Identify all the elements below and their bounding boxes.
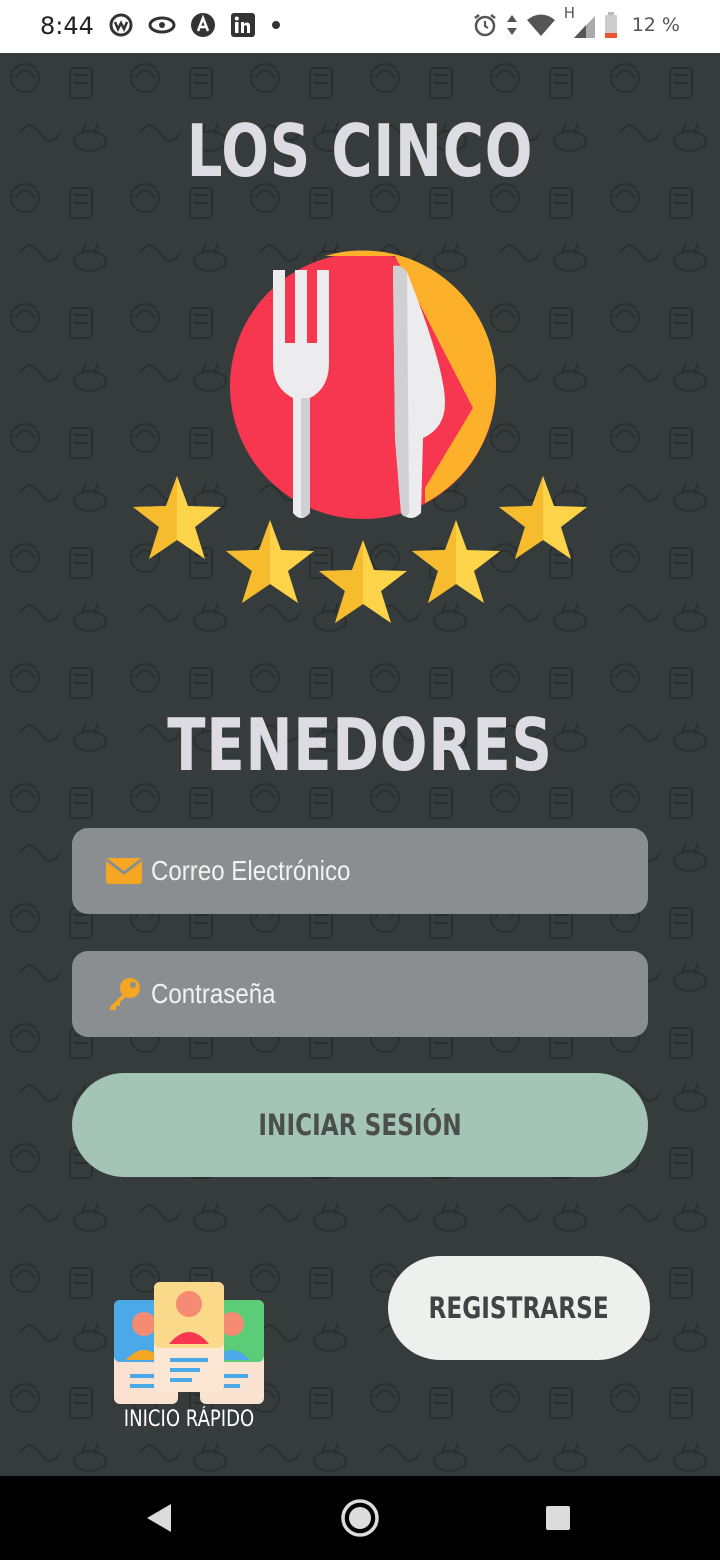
quick-login-label: INICIO RÁPIDO: [123, 1407, 255, 1432]
status-time: 8:44: [40, 12, 94, 40]
register-button-label: REGISTRARSE: [428, 1291, 610, 1325]
wifi-icon: [526, 14, 555, 36]
battery-icon: [604, 12, 617, 38]
battery-percent: 12 %: [631, 14, 680, 36]
signal-icon: [573, 16, 595, 38]
register-button[interactable]: REGISTRARSE: [388, 1256, 650, 1360]
forks-stars-logo-icon: [133, 250, 587, 623]
cellular-group: H: [564, 4, 596, 38]
login-button-label: INICIAR SESIÓN: [258, 1108, 462, 1142]
home-icon[interactable]: [339, 1497, 381, 1539]
back-icon[interactable]: [146, 1503, 172, 1533]
app-title-bottom: TENEDORES: [167, 703, 553, 787]
angular-icon: [191, 13, 215, 37]
notification-icons: [108, 12, 282, 38]
eye-icon: [148, 16, 176, 34]
linkedin-icon: [231, 13, 255, 37]
login-button[interactable]: INICIAR SESIÓN: [72, 1073, 648, 1177]
envelope-icon: [105, 854, 143, 888]
quick-login-button[interactable]: INICIO RÁPIDO: [108, 1278, 270, 1448]
recents-icon[interactable]: [545, 1505, 571, 1531]
navigation-bar: [0, 1476, 720, 1560]
wear-icon: [109, 13, 133, 37]
email-placeholder: Correo Electrónico: [151, 855, 351, 886]
alarm-icon: [473, 14, 496, 37]
password-placeholder: Contraseña: [151, 978, 276, 1009]
password-field[interactable]: Contraseña: [72, 951, 648, 1037]
key-icon: [105, 977, 143, 1011]
login-screen: LOS CINCO TENEDORES Correo Electrónico C…: [0, 53, 720, 1476]
app-title-top: LOS CINCO: [186, 109, 534, 193]
data-arrows-icon: [506, 15, 517, 35]
user-cards-icon: [114, 1282, 264, 1404]
email-field[interactable]: Correo Electrónico: [72, 828, 648, 914]
dot-icon: [272, 21, 280, 29]
status-bar: 8:44 H 12 %: [0, 0, 720, 53]
system-icons: H 12 %: [472, 4, 680, 38]
